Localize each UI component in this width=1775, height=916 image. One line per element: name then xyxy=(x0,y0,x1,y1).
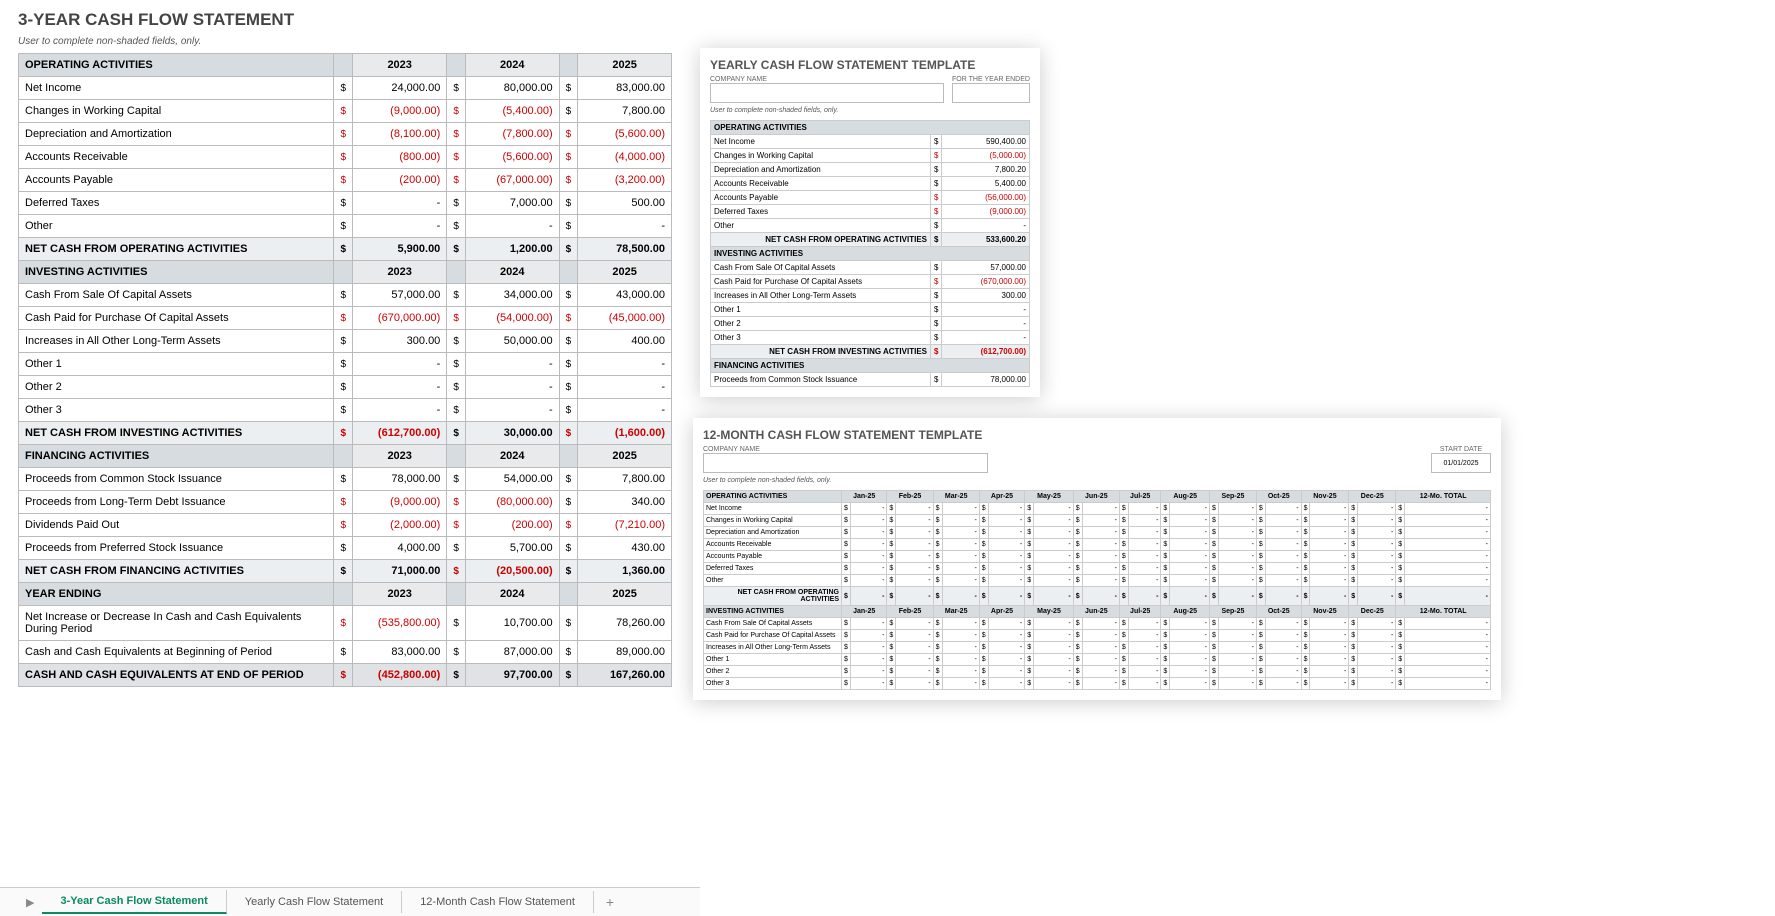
page-title: 3-YEAR CASH FLOW STATEMENT xyxy=(18,10,700,30)
thumb-title: 12-MONTH CASH FLOW STATEMENT TEMPLATE xyxy=(703,428,1491,442)
note: User to complete non-shaded fields, only… xyxy=(18,36,700,47)
thumb2-table: OPERATING ACTIVITIESJan-25Feb-25Mar-25Ap… xyxy=(703,490,1491,690)
thumbnail-yearly: YEARLY CASH FLOW STATEMENT TEMPLATE COMP… xyxy=(700,48,1040,397)
thumb-title: YEARLY CASH FLOW STATEMENT TEMPLATE xyxy=(710,58,1030,72)
tab-12month[interactable]: 12-Month Cash Flow Statement xyxy=(402,891,594,913)
company-name-input[interactable] xyxy=(703,453,988,473)
add-tab-button[interactable]: + xyxy=(594,889,626,915)
sheet-tabs: ▶ 3-Year Cash Flow Statement Yearly Cash… xyxy=(0,887,700,916)
tab-nav-prev[interactable]: ▶ xyxy=(18,891,42,914)
thumb1-table: OPERATING ACTIVITIESNet Income$590,400.0… xyxy=(710,120,1030,387)
tab-yearly[interactable]: Yearly Cash Flow Statement xyxy=(227,891,402,913)
start-date-input[interactable]: 01/01/2025 xyxy=(1431,453,1491,473)
tab-3year[interactable]: 3-Year Cash Flow Statement xyxy=(42,890,226,914)
year-ended-input[interactable] xyxy=(952,83,1030,103)
company-name-input[interactable] xyxy=(710,83,944,103)
cashflow-table: OPERATING ACTIVITIES202320242025Net Inco… xyxy=(18,53,672,687)
thumbnail-12month: 12-MONTH CASH FLOW STATEMENT TEMPLATE CO… xyxy=(693,418,1501,700)
page-3year: 3-YEAR CASH FLOW STATEMENT User to compl… xyxy=(0,0,700,687)
